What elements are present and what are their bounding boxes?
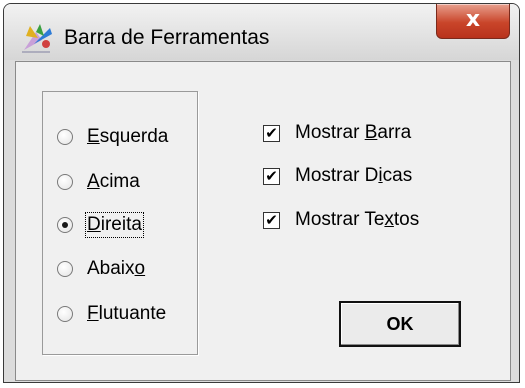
radio-abaixo[interactable]: Abaixo xyxy=(57,256,145,282)
toolbar-app-icon xyxy=(20,22,56,54)
radio-button[interactable] xyxy=(57,261,73,277)
radio-label-direita: Direita xyxy=(85,212,144,238)
radio-label-acima: Acima xyxy=(87,171,140,192)
radio-esquerda[interactable]: Esquerda xyxy=(57,124,168,150)
radio-button[interactable] xyxy=(57,174,73,190)
close-icon: x xyxy=(465,7,481,32)
checkbox-mostrar-barra[interactable]: ✔ Mostrar Barra xyxy=(263,120,411,146)
dialog-client-area: Esquerda Acima Direita Abaixo Flutuante … xyxy=(15,61,511,381)
radio-button[interactable] xyxy=(57,306,73,322)
close-button[interactable]: x xyxy=(436,4,510,39)
checkbox-mostrar-textos[interactable]: ✔ Mostrar Textos xyxy=(263,207,419,233)
radio-button[interactable] xyxy=(57,129,73,145)
radio-label-flutuante: Flutuante xyxy=(87,303,167,324)
ok-button[interactable]: OK xyxy=(339,301,461,347)
radio-flutuante[interactable]: Flutuante xyxy=(57,301,166,327)
radio-label-abaixo: Abaixo xyxy=(87,258,146,279)
checkbox-label-mostrar-dicas: Mostrar Dicas xyxy=(295,165,413,186)
window-title: Barra de Ferramentas xyxy=(64,26,270,49)
checkbox-label-mostrar-barra: Mostrar Barra xyxy=(295,122,412,143)
radio-direita[interactable]: Direita xyxy=(57,212,144,238)
checkbox-box[interactable]: ✔ xyxy=(263,124,280,142)
radio-acima[interactable]: Acima xyxy=(57,169,140,195)
dialog-window: Barra de Ferramentas x Esquerda Acima Di… xyxy=(3,3,520,383)
title-bar[interactable]: Barra de Ferramentas x xyxy=(4,4,519,60)
checkbox-label-mostrar-textos: Mostrar Textos xyxy=(295,209,420,230)
checkbox-box[interactable]: ✔ xyxy=(263,211,280,229)
checkbox-mostrar-dicas[interactable]: ✔ Mostrar Dicas xyxy=(263,163,412,189)
radio-button-selected[interactable] xyxy=(57,217,73,233)
checkbox-box[interactable]: ✔ xyxy=(263,167,280,185)
radio-label-esquerda: Esquerda xyxy=(87,126,169,147)
